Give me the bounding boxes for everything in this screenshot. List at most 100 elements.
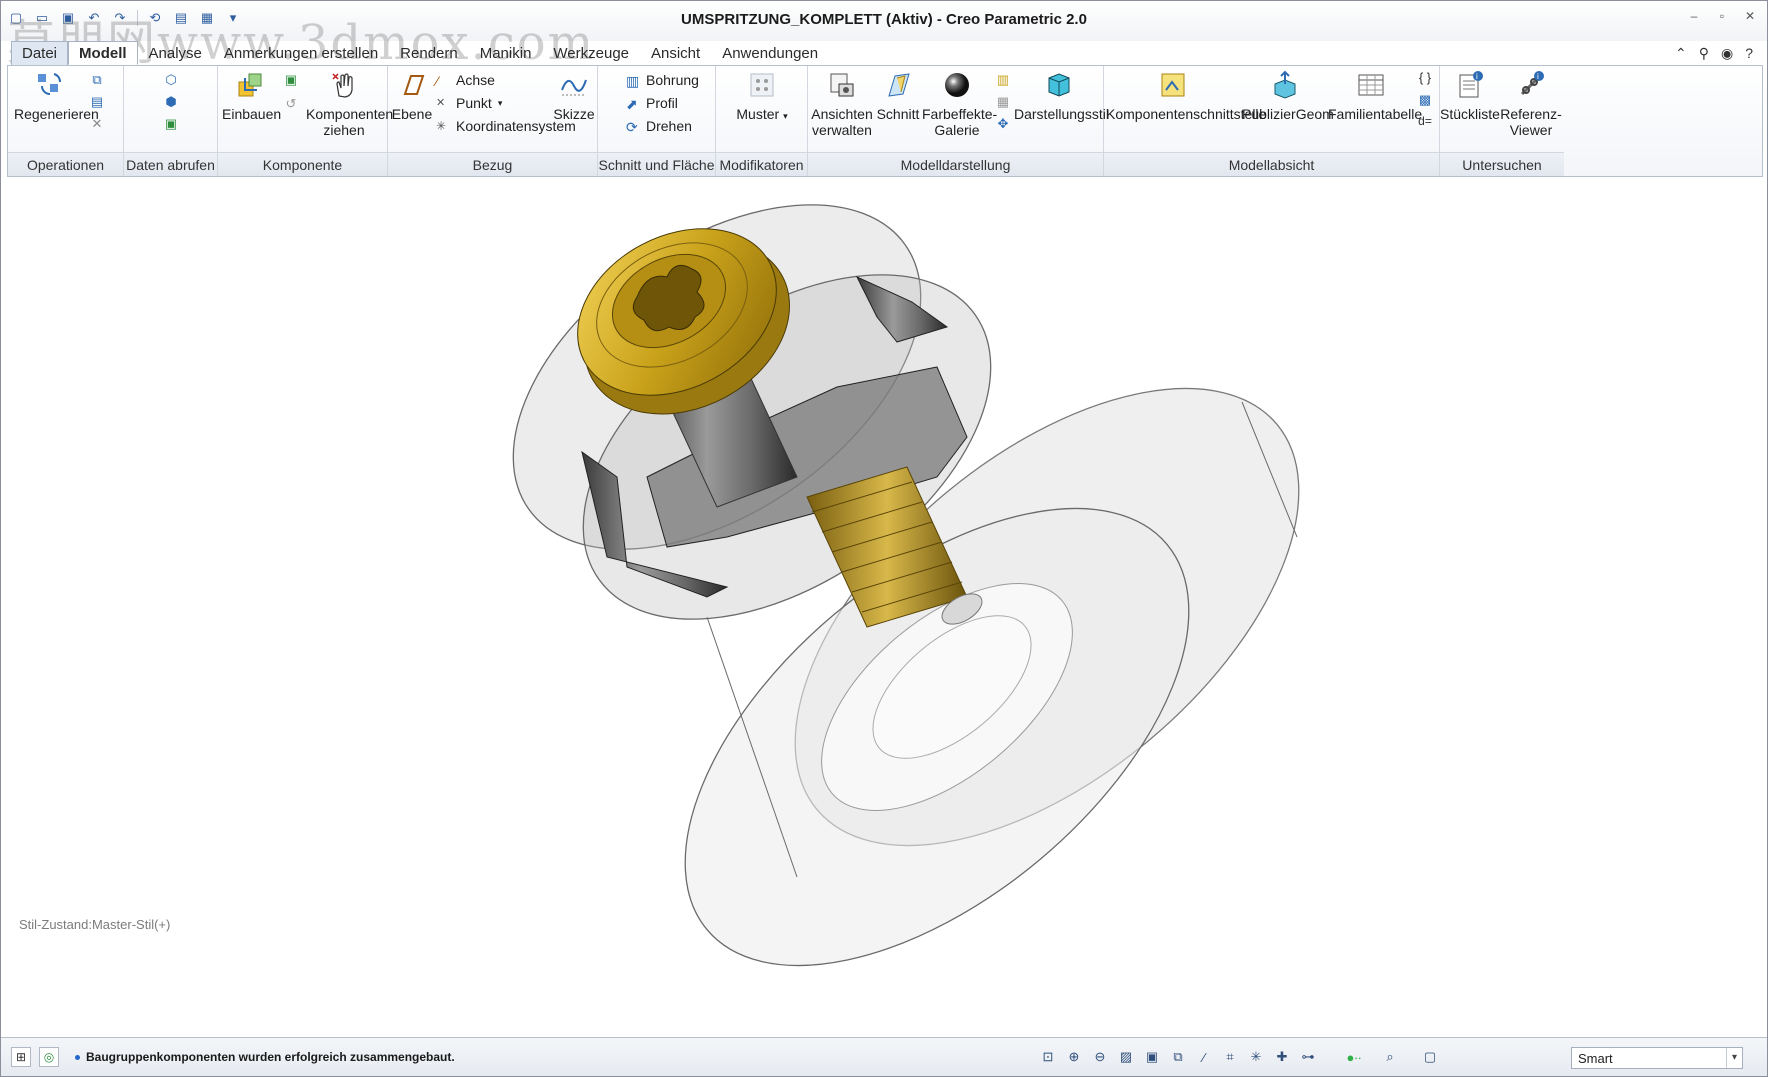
stueckliste-button[interactable]: i Stückliste [1440,70,1500,122]
message-area: Baugruppenkomponenten wurden erfolgreich… [75,1050,455,1064]
spin-center-icon[interactable]: ✳ [1247,1048,1265,1066]
group-bezug: Ebene ⁄ Achse ✕ Punkt ▾ ✳ Koordinatensys… [388,66,598,176]
paste-icon[interactable]: ▤ [88,94,106,112]
copy-icon[interactable]: ⧉ [88,72,106,90]
chevron-down-icon: ▾ [783,111,788,121]
appearance-sphere-icon [945,73,969,97]
display-icon-1[interactable]: ▥ [994,72,1012,90]
regenerieren-button[interactable]: Regenerieren [14,70,99,122]
group-label-daten-abrufen[interactable]: Daten abrufen [124,152,217,176]
ebene-button[interactable]: Ebene [390,70,434,122]
selection-box-icon[interactable]: ▢ [1421,1048,1439,1066]
tab-anwendungen[interactable]: Anwendungen [711,41,829,65]
selection-filter[interactable]: Smart ▾ [1571,1047,1743,1069]
group-daten-abrufen: ⬡ ⬢ ▣ Daten abrufen [124,66,218,176]
close-icon[interactable]: ✕ [1743,9,1757,23]
drehen-button[interactable]: ⟳ Drehen [626,118,692,135]
tab-werkzeuge[interactable]: Werkzeuge [542,41,640,65]
einbauen-button[interactable]: Einbauen [222,70,281,122]
window-controls: – ▫ ✕ [1687,9,1757,23]
repeat-component-icon[interactable]: ↺ [282,96,300,114]
settings-icon[interactable]: ◉ [1721,45,1733,62]
get-data-icon-1[interactable]: ⬡ [162,72,180,90]
zoom-out-icon[interactable]: ⊖ [1091,1048,1109,1066]
schnitt-button[interactable]: Schnitt [876,70,920,122]
status-message: Baugruppenkomponenten wurden erfolgreich… [86,1050,455,1064]
tab-anmerkungen[interactable]: Anmerkungen erstellen [213,41,389,65]
hole-icon: ▥ [626,73,640,89]
chevron-down-icon[interactable]: ▾ [1726,1048,1742,1068]
assembly-model[interactable] [7,177,1763,1037]
tab-rendern[interactable]: Rendern [389,41,469,65]
display-icon-2[interactable]: ▦ [994,94,1012,112]
pattern-icon [750,73,774,97]
tab-ansicht[interactable]: Ansicht [640,41,711,65]
d-equals-icon[interactable]: d= [1416,114,1434,132]
muster-button[interactable]: Muster ▾ [726,70,798,124]
relations-icon[interactable]: { } [1416,70,1434,88]
browser-toggle-icon[interactable]: ◎ [39,1047,59,1067]
group-label-schnitt-flaeche[interactable]: Schnitt und Fläche [598,152,715,176]
komponenten-ziehen-button[interactable]: Komponenten ziehen [306,70,393,138]
find-icon[interactable]: ⌕ [1381,1048,1399,1066]
graphics-toolbar: ⊡ ⊕ ⊖ ▨ ▣ ⧉ ⁄ ⌗ ✳ ✚ ⊶ ●∙∙ ⌕ ▢ [1039,1048,1439,1066]
message-bullet-icon [75,1054,80,1060]
tab-datei[interactable]: Datei [11,41,69,65]
tab-modell[interactable]: Modell [68,41,138,65]
farbeffekte-galerie-button[interactable]: Farbeffekte- Galerie [922,70,997,138]
komponentenschnittstelle-button[interactable]: Komponentenschnittstelle [1106,70,1266,122]
familientabelle-button[interactable]: Familientabelle [1328,70,1422,122]
search-icon[interactable]: ⚲ [1699,45,1709,62]
annotation-display-icon[interactable]: ✚ [1273,1048,1291,1066]
publiziergeom-button[interactable]: PublizierGeom [1242,70,1334,122]
model-tree-toggle-icon[interactable]: ⊞ [11,1047,31,1067]
creo-window: ▢ ▭ ▣ ↶ ↷ ⟲ ▤ ▦ ▾ 莫朋网www.3dmox.com UMSPR… [0,0,1768,1077]
group-label-modifikatoren[interactable]: Modifikatoren [716,152,807,176]
delete-icon[interactable]: ✕ [88,116,106,134]
window-title: UMSPRITZUNG_KOMPLETT (Aktiv) - Creo Para… [681,11,1087,28]
ribbon-tabs: Datei Modell Analyse Anmerkungen erstell… [1,41,1767,65]
view-manager-icon[interactable]: ⌗ [1221,1048,1239,1066]
revolve-icon: ⟳ [626,119,638,135]
get-data-icon-3[interactable]: ▣ [162,116,180,134]
achse-button[interactable]: ⁄ Achse [436,72,495,89]
darstellungsstil-button[interactable]: Darstellungsstil [1014,68,1109,122]
minimize-icon[interactable]: – [1687,9,1701,23]
zoom-in-icon[interactable]: ⊕ [1065,1048,1083,1066]
refit-icon[interactable]: ⊡ [1039,1048,1057,1066]
get-data-icon-2[interactable]: ⬢ [162,94,180,112]
profil-button[interactable]: ⬈ Profil [626,95,678,112]
coordinate-system-icon: ✳ [436,119,447,133]
svg-text:i: i [1476,72,1478,81]
graphics-window[interactable]: Stil-Zustand:Master-Stil(+) [7,177,1763,1037]
datum-display-icon[interactable]: ⁄ [1195,1048,1213,1066]
group-label-operationen[interactable]: Operationen [8,152,123,176]
punkt-button[interactable]: ✕ Punkt ▾ [436,95,502,111]
svg-text:i: i [1537,72,1539,81]
saved-views-icon[interactable]: ⧉ [1169,1048,1187,1066]
tab-manikin[interactable]: Manikin [469,41,543,65]
maximize-icon[interactable]: ▫ [1715,9,1729,23]
group-label-untersuchen[interactable]: Untersuchen [1440,152,1564,176]
bohrung-button[interactable]: ▥ Bohrung [626,72,699,89]
help-icon[interactable]: ? [1745,45,1753,62]
model-tree-icon[interactable]: ⊶ [1299,1048,1317,1066]
display-style-icon[interactable]: ▣ [1143,1048,1161,1066]
group-operationen: Regenerieren ⧉ ▤ ✕ Operationen [8,66,124,176]
create-component-icon[interactable]: ▣ [282,72,300,90]
ansichten-verwalten-button[interactable]: Ansichten verwalten [810,70,874,138]
minimize-ribbon-icon[interactable]: ⌃ [1675,45,1687,62]
skizze-button[interactable]: Skizze [552,70,596,122]
parameters-icon[interactable]: ▩ [1416,92,1434,110]
bill-of-materials-icon: i [1459,71,1483,98]
group-label-komponente[interactable]: Komponente [218,152,387,176]
display-icon-3[interactable]: ✥ [994,116,1012,134]
group-komponente: Einbauen ▣ ↺ Komponenten ziehen Komponen… [218,66,393,176]
group-label-bezug[interactable]: Bezug [388,152,597,176]
group-label-modelldarstellung[interactable]: Modelldarstellung [808,152,1103,176]
display-style-cube-icon [1048,73,1070,97]
repaint-icon[interactable]: ▨ [1117,1048,1135,1066]
group-label-modellabsicht[interactable]: Modellabsicht [1104,152,1439,176]
referenz-viewer-button[interactable]: i Referenz- Viewer [1500,70,1562,138]
tab-analyse[interactable]: Analyse [138,41,213,65]
